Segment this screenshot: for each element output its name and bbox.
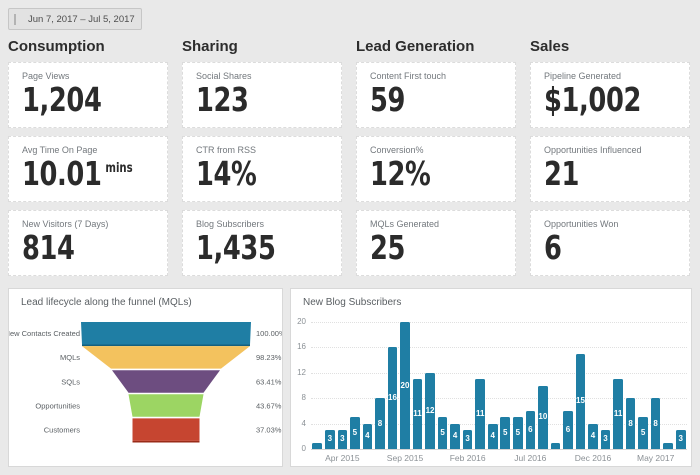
kpi-column-sales: Sales Pipeline Generated $1,002 Opportun… — [530, 38, 690, 284]
funnel-segment-edge — [82, 345, 250, 347]
funnel-stage-percent: 43.67% — [256, 401, 282, 410]
kpi-label: Opportunities Won — [544, 219, 681, 229]
funnel-stage-percent: 63.41% — [256, 377, 282, 386]
kpi-value: 814 — [22, 231, 129, 264]
funnel-segment-edge — [133, 441, 200, 443]
kpi-card-mqls-generated[interactable]: MQLs Generated 25 — [356, 210, 516, 276]
bar-value-label: 3 — [673, 434, 689, 443]
y-axis-tick-label: 12 — [291, 368, 306, 377]
kpi-card-social-shares[interactable]: Social Shares 123 — [182, 62, 342, 128]
bar-0[interactable] — [312, 443, 322, 449]
bar-value-label: 3 — [598, 434, 614, 443]
funnel-segment-4[interactable] — [133, 418, 200, 441]
funnel-stage-label: SQLs — [61, 377, 80, 386]
bar-value-label: 5 — [635, 428, 651, 437]
funnel-chart: New Contacts Created 100.00% MQLs 98.23% SQL… — [9, 289, 282, 466]
x-axis-tick-label: Jul 2016 — [500, 453, 560, 463]
x-axis-tick-label: May 2017 — [626, 453, 686, 463]
kpi-card-content-first-touch[interactable]: Content First touch 59 — [356, 62, 516, 128]
bar-chart-panel: New Blog Subscribers 0 4 8 12 16 20 3 3 5 4 8 16 20 1… — [290, 288, 692, 467]
kpi-card-ctr-from-rss[interactable]: CTR from RSS 14% — [182, 136, 342, 202]
funnel-segment-3[interactable] — [129, 394, 204, 417]
kpi-value: 1,204 — [22, 83, 129, 116]
funnel-stage-percent: 100.00% — [256, 329, 282, 338]
funnel-stage-percent: 37.03% — [256, 425, 282, 434]
y-axis-tick-label: 0 — [291, 444, 306, 453]
bar-chart-title: New Blog Subscribers — [303, 297, 401, 308]
kpi-value: 14% — [196, 157, 303, 190]
date-range-label: Jun 7, 2017 – Jul 5, 2017 — [28, 14, 135, 25]
bar-value-label: 20 — [397, 381, 413, 390]
kpi-column-sharing: Sharing Social Shares 123 CTR from RSS 1… — [182, 38, 342, 284]
funnel-stage-label: New Contacts Created — [9, 329, 80, 338]
funnel-stage-label: Customers — [44, 425, 81, 434]
kpi-card-avg-time-on-page[interactable]: Avg Time On Page 10.01mins — [8, 136, 168, 202]
gridline — [311, 373, 687, 374]
funnel-stage-label: MQLs — [60, 353, 80, 362]
funnel-chart-panel: Lead lifecycle along the funnel (MQLs) N… — [8, 288, 283, 467]
kpi-value: 6 — [544, 231, 651, 264]
kpi-card-page-views[interactable]: Page Views 1,204 — [8, 62, 168, 128]
column-title-sales: Sales — [530, 38, 690, 54]
x-axis-tick-label: Feb 2016 — [438, 453, 498, 463]
kpi-card-conversion[interactable]: Conversion% 12% — [356, 136, 516, 202]
kpi-value: $1,002 — [544, 83, 651, 116]
bar-28[interactable] — [663, 443, 673, 449]
kpi-card-blog-subscribers[interactable]: Blog Subscribers 1,435 — [182, 210, 342, 276]
bar-19[interactable] — [551, 443, 561, 449]
kpi-value: 1,435 — [196, 231, 303, 264]
y-axis-tick-label: 4 — [291, 419, 306, 428]
gridline — [311, 322, 687, 323]
funnel-segment-1[interactable] — [82, 346, 250, 369]
x-axis-tick-label: Sep 2015 — [375, 453, 435, 463]
kpi-value: 21 — [544, 157, 651, 190]
gridline — [311, 449, 687, 450]
bar-value-label: 6 — [523, 425, 539, 434]
funnel-stage-label: Opportunities — [35, 401, 80, 410]
bar-value-label: 3 — [460, 434, 476, 443]
kpi-value: 123 — [196, 83, 303, 116]
funnel-segment-0[interactable] — [81, 322, 251, 345]
drag-handle-icon — [14, 14, 16, 25]
bar-value-label: 16 — [385, 393, 401, 402]
y-axis-tick-label: 8 — [291, 393, 306, 402]
kpi-value: 25 — [370, 231, 477, 264]
x-axis-tick-label: Dec 2016 — [563, 453, 623, 463]
kpi-card-pipeline-generated[interactable]: Pipeline Generated $1,002 — [530, 62, 690, 128]
y-axis-tick-label: 20 — [291, 317, 306, 326]
gridline — [311, 347, 687, 348]
bar-value-label: 4 — [360, 431, 376, 440]
bar-value-label: 10 — [535, 412, 551, 421]
bar-value-label: 11 — [472, 409, 488, 418]
kpi-column-consumption: Consumption Page Views 1,204 Avg Time On… — [8, 38, 168, 284]
bar-value-label: 8 — [648, 419, 664, 428]
bar-value-label: 11 — [610, 409, 626, 418]
funnel-stage-percent: 98.23% — [256, 353, 282, 362]
kpi-value: 59 — [370, 83, 477, 116]
column-title-sharing: Sharing — [182, 38, 342, 54]
column-title-consumption: Consumption — [8, 38, 168, 54]
bar-value-label: 15 — [573, 396, 589, 405]
kpi-value: 12% — [370, 157, 477, 190]
kpi-card-opportunities-influenced[interactable]: Opportunities Influenced 21 — [530, 136, 690, 202]
bar-value-label: 12 — [422, 406, 438, 415]
bar-value-label: 6 — [560, 425, 576, 434]
bar-value-label: 8 — [623, 419, 639, 428]
kpi-suffix: mins — [105, 161, 132, 176]
kpi-value: 10.01mins — [22, 157, 129, 190]
bar-value-label: 8 — [372, 419, 388, 428]
y-axis-tick-label: 16 — [291, 342, 306, 351]
x-axis-tick-label: Apr 2015 — [312, 453, 372, 463]
date-range-picker[interactable]: Jun 7, 2017 – Jul 5, 2017 — [8, 8, 142, 30]
kpi-card-new-visitors[interactable]: New Visitors (7 Days) 814 — [8, 210, 168, 276]
column-title-lead-generation: Lead Generation — [356, 38, 516, 54]
funnel-segment-2[interactable] — [112, 370, 220, 393]
kpi-card-opportunities-won[interactable]: Opportunities Won 6 — [530, 210, 690, 276]
kpi-column-lead-generation: Lead Generation Content First touch 59 C… — [356, 38, 516, 284]
